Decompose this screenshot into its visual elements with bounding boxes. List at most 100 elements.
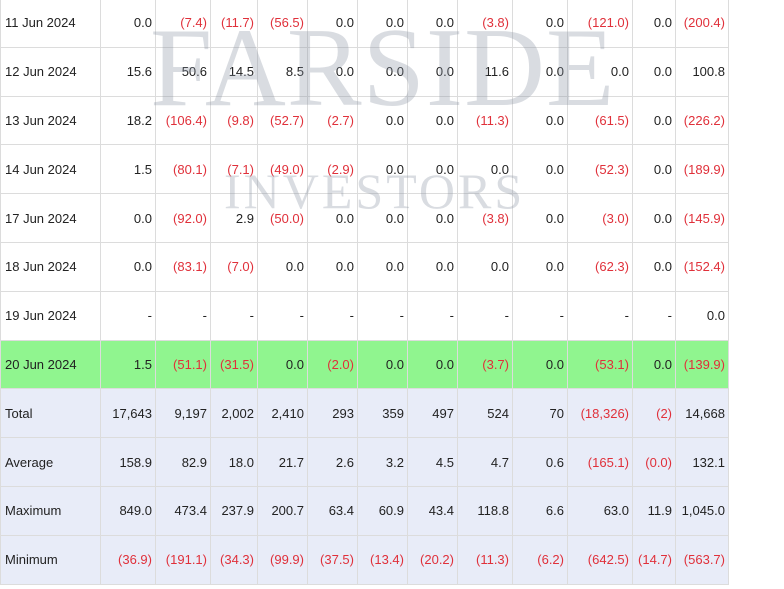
table-cell: (2.0) (307, 339, 358, 390)
row-date: 11 Jun 2024 (0, 0, 101, 48)
table-cell: 497 (407, 388, 458, 439)
table-cell: 0.0 (512, 241, 568, 292)
table-cell: 0.0 (357, 95, 408, 146)
table-cell: 2.9 (210, 193, 258, 243)
table-cell: 11.9 (632, 485, 676, 536)
row-label: Total (0, 388, 101, 439)
table-cell: (34.3) (210, 534, 258, 585)
table-cell: 0.0 (257, 241, 308, 292)
table-cell: (49.0) (257, 144, 308, 195)
etf-flow-table-view: 11 Jun 2024 0.0 (7.4) (11.7) (56.5) 0.0 0.0 0.0… (0, 0, 784, 589)
table-cell: (7.1) (210, 144, 258, 195)
table-cell: 8.5 (257, 46, 308, 97)
table-cell: (14.7) (632, 534, 676, 585)
table-cell: 0.0 (100, 241, 156, 292)
table-cell: (189.9) (675, 144, 729, 195)
table-row: 14 Jun 2024 1.5 (80.1) (7.1) (49.0) (2.9) 0.0 0… (0, 144, 729, 195)
table-cell: 0.0 (632, 46, 676, 97)
table-cell: (191.1) (155, 534, 211, 585)
table-cell: (50.0) (257, 193, 308, 243)
table-cell: (92.0) (155, 193, 211, 243)
table-cell: (36.9) (100, 534, 156, 585)
table-cell: 0.0 (512, 339, 568, 390)
table-cell: (31.5) (210, 339, 258, 390)
table-body: 11 Jun 2024 0.0 (7.4) (11.7) (56.5) 0.0 0.0 0.0… (0, 0, 729, 585)
table-cell: (165.1) (567, 437, 633, 487)
table-cell: 9,197 (155, 388, 211, 439)
row-label: Maximum (0, 485, 101, 536)
table-cell: 3.2 (357, 437, 408, 487)
table-cell: 0.0 (512, 144, 568, 195)
row-date: 18 Jun 2024 (0, 241, 101, 292)
table-cell: (13.4) (357, 534, 408, 585)
table-cell: (11.3) (457, 95, 513, 146)
table-cell: (152.4) (675, 241, 729, 292)
table-cell: 0.0 (307, 46, 358, 97)
table-cell: - (632, 290, 676, 341)
table-cell: (61.5) (567, 95, 633, 146)
table-row: 12 Jun 2024 15.6 50.6 14.5 8.5 0.0 0.0 0.0 11.6 0… (0, 46, 729, 97)
table-cell: (145.9) (675, 193, 729, 243)
table-cell: - (357, 290, 408, 341)
table-cell: 63.0 (567, 485, 633, 536)
table-cell: 21.7 (257, 437, 308, 487)
summary-row: Average 158.9 82.9 18.0 21.7 2.6 3.2 4.5 4.7 0.6(… (0, 437, 729, 487)
table-cell: 0.0 (357, 339, 408, 390)
table-cell: (200.4) (675, 0, 729, 48)
table-cell: 60.9 (357, 485, 408, 536)
table-cell: - (457, 290, 513, 341)
table-cell: 70 (512, 388, 568, 439)
table-row: 20 Jun 2024 1.5 (51.1) (31.5) 0.0 (2.0) 0.0 0.0… (0, 339, 729, 390)
table-cell: 293 (307, 388, 358, 439)
table-cell: (7.0) (210, 241, 258, 292)
table-cell: (99.9) (257, 534, 308, 585)
table-cell: 17,643 (100, 388, 156, 439)
table-cell: (83.1) (155, 241, 211, 292)
table-cell: 0.6 (512, 437, 568, 487)
table-cell: 1.5 (100, 144, 156, 195)
table-row: 17 Jun 2024 0.0 (92.0) 2.9 (50.0) 0.0 0.0 0.0 (3… (0, 193, 729, 243)
table-cell: 0.0 (357, 46, 408, 97)
table-cell: 0.0 (632, 241, 676, 292)
table-cell: 0.0 (357, 193, 408, 243)
table-cell: 0.0 (407, 339, 458, 390)
table-cell: 63.4 (307, 485, 358, 536)
table-cell: 2,002 (210, 388, 258, 439)
table-cell: 1.5 (100, 339, 156, 390)
table-cell: (62.3) (567, 241, 633, 292)
table-cell: 11.6 (457, 46, 513, 97)
table-cell: (226.2) (675, 95, 729, 146)
etf-flow-table: 11 Jun 2024 0.0 (7.4) (11.7) (56.5) 0.0 0.0 0.0… (0, 0, 729, 585)
table-cell: 43.4 (407, 485, 458, 536)
table-cell: (37.5) (307, 534, 358, 585)
table-cell: (121.0) (567, 0, 633, 48)
table-cell: 200.7 (257, 485, 308, 536)
table-cell: 0.0 (675, 290, 729, 341)
table-cell: 0.0 (100, 0, 156, 48)
row-date: 12 Jun 2024 (0, 46, 101, 97)
table-cell: 0.0 (407, 241, 458, 292)
table-cell: 0.0 (257, 339, 308, 390)
table-cell: 0.0 (457, 144, 513, 195)
table-cell: 0.0 (100, 193, 156, 243)
table-cell: 18.2 (100, 95, 156, 146)
table-cell: (80.1) (155, 144, 211, 195)
table-cell: (20.2) (407, 534, 458, 585)
table-cell: (3.8) (457, 0, 513, 48)
table-cell: - (155, 290, 211, 341)
table-cell: 359 (357, 388, 408, 439)
table-cell: (3.0) (567, 193, 633, 243)
table-cell: 237.9 (210, 485, 258, 536)
table-cell: (52.7) (257, 95, 308, 146)
table-cell: 82.9 (155, 437, 211, 487)
row-date: 20 Jun 2024 (0, 339, 101, 390)
table-row: 13 Jun 2024 18.2 (106.4) (9.8) (52.7) (2.7) 0.… (0, 95, 729, 146)
table-cell: 4.7 (457, 437, 513, 487)
table-cell: 0.0 (357, 144, 408, 195)
table-cell: 0.0 (457, 241, 513, 292)
table-cell: 473.4 (155, 485, 211, 536)
table-cell: - (307, 290, 358, 341)
table-cell: 0.0 (632, 95, 676, 146)
table-cell: - (257, 290, 308, 341)
table-cell: 2,410 (257, 388, 308, 439)
